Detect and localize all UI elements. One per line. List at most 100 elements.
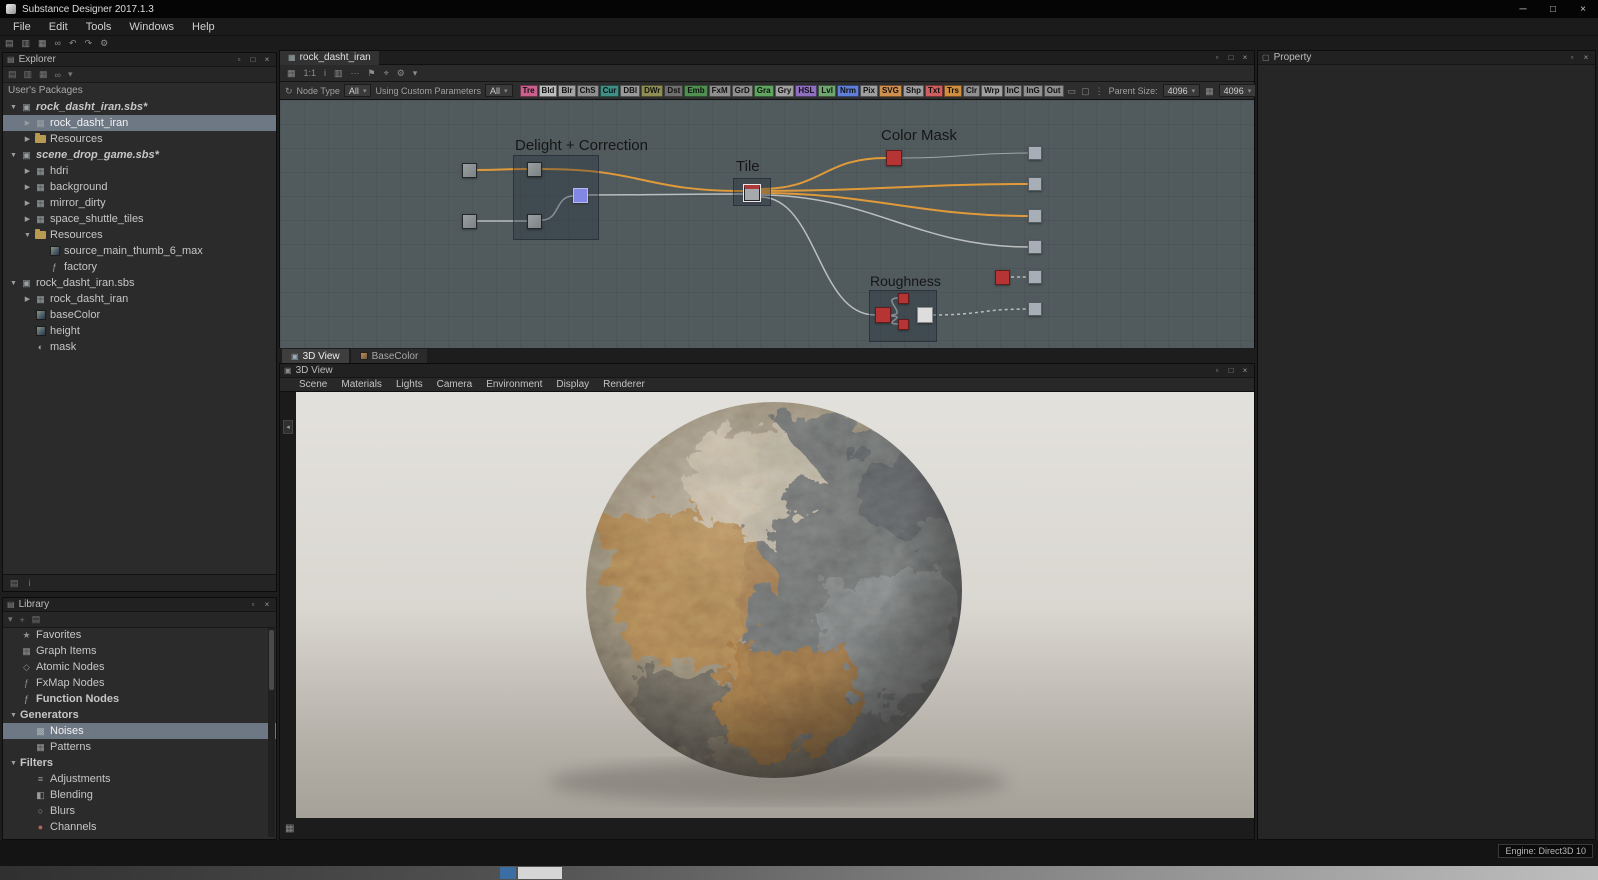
dock-icon[interactable]: □ [1226, 53, 1236, 62]
close-icon[interactable]: × [262, 600, 272, 609]
close-button[interactable]: × [1568, 0, 1598, 18]
output-node[interactable] [1028, 302, 1042, 316]
color-mask-node[interactable] [886, 150, 902, 166]
comment-icon[interactable]: ▭ [1068, 84, 1077, 98]
save-icon[interactable]: ▥ [24, 69, 33, 80]
dots-icon[interactable]: ··· [351, 66, 360, 80]
tag-nrm[interactable]: Nrm [837, 85, 859, 97]
scrollbar-thumb[interactable] [269, 630, 274, 690]
view-menu-scene[interactable]: Scene [292, 379, 334, 390]
library-item-fxmap-nodes[interactable]: ƒFxMap Nodes [3, 675, 276, 691]
menu-help[interactable]: Help [183, 21, 224, 33]
gear-icon[interactable]: ⚙ [397, 66, 405, 80]
view-menu-display[interactable]: Display [549, 379, 596, 390]
close-icon[interactable]: × [262, 55, 272, 64]
tag-cur[interactable]: Cur [600, 85, 620, 97]
tag-gry[interactable]: Gry [775, 85, 795, 97]
layout-grid-icon[interactable]: ▦ [285, 823, 294, 834]
float-icon[interactable]: ▫ [1212, 366, 1222, 375]
library-item-blurs[interactable]: ○Blurs [3, 803, 276, 819]
tag-tre[interactable]: Tre [520, 85, 538, 97]
graph-tab[interactable]: ▦ rock_dasht_iran [280, 51, 379, 65]
tag-blr[interactable]: Blr [558, 85, 575, 97]
tree-item-source-main-thumb-6-max[interactable]: source_main_thumb_6_max [3, 243, 276, 259]
tag-lvl[interactable]: Lvl [818, 85, 836, 97]
tag-gra[interactable]: Gra [754, 85, 774, 97]
tag-clr[interactable]: Clr [963, 85, 980, 97]
tree-item-rock-dasht-iran-sbs[interactable]: ▼▣rock_dasht_iran.sbs [3, 275, 276, 291]
chevron-down-icon[interactable]: ▼ [7, 280, 20, 287]
tab-basecolor[interactable]: BaseColor [351, 349, 428, 363]
tag-dbl[interactable]: DBl [620, 85, 640, 97]
tree-item-space-shuttle-tiles[interactable]: ▶▦space_shuttle_tiles [3, 211, 276, 227]
roughness-sub-node[interactable] [898, 293, 909, 304]
tree-item-rock-dasht-iran[interactable]: ▶▦rock_dasht_iran [3, 115, 276, 131]
settings-icon[interactable]: ⚙ [100, 36, 108, 50]
view-mode-icon[interactable]: ▤ [32, 614, 41, 625]
tag-dwr[interactable]: DWr [641, 85, 663, 97]
graph-canvas[interactable]: Delight + CorrectionTileColor MaskRoughn… [280, 100, 1254, 349]
minimize-button[interactable]: ─ [1508, 0, 1538, 18]
taskbar-app-icon[interactable] [500, 867, 516, 879]
output-node[interactable] [1028, 177, 1042, 191]
menu-file[interactable]: File [4, 21, 40, 33]
tag-inc[interactable]: InC [1004, 85, 1023, 97]
link-icon[interactable]: ∞ [55, 70, 61, 80]
tag-emb[interactable]: Emb [684, 85, 707, 97]
library-item-function-nodes[interactable]: ƒFunction Nodes [3, 691, 276, 707]
float-icon[interactable]: ▫ [1212, 53, 1222, 62]
tag-trs[interactable]: Trs [944, 85, 962, 97]
view-menu-materials[interactable]: Materials [334, 379, 389, 390]
roughness-sub-node[interactable] [898, 319, 909, 330]
grid-view-icon[interactable]: ▤ [10, 578, 19, 589]
tag-hsl[interactable]: HSL [795, 85, 817, 97]
close-icon[interactable]: × [1581, 53, 1591, 62]
dock-icon[interactable]: □ [1226, 366, 1236, 375]
menu-tools[interactable]: Tools [77, 21, 121, 33]
output-node[interactable] [1028, 240, 1042, 254]
tree-item-resources[interactable]: ▼Resources [3, 227, 276, 243]
refresh-icon[interactable]: ↻ [285, 84, 293, 98]
tree-item-hdri[interactable]: ▶▦hdri [3, 163, 276, 179]
library-item-blending[interactable]: ◧Blending [3, 787, 276, 803]
grid-icon[interactable]: ▥ [334, 66, 343, 80]
link-icon[interactable]: ∞ [55, 36, 61, 50]
tag-svg[interactable]: SVG [879, 85, 902, 97]
library-item-atomic-nodes[interactable]: ◇Atomic Nodes [3, 659, 276, 675]
node-type-select[interactable]: All ▾ [344, 84, 372, 97]
tag-chs[interactable]: ChS [577, 85, 599, 97]
library-item-adjustments[interactable]: ≡Adjustments [3, 771, 276, 787]
filter-icon[interactable]: ▾ [8, 614, 13, 625]
save-icon[interactable]: ▦ [38, 36, 47, 50]
taskbar-app-segment[interactable] [518, 867, 562, 879]
new-package-icon[interactable]: ▤ [8, 69, 17, 80]
correction-node[interactable] [527, 214, 542, 229]
chevron-right-icon[interactable]: ▶ [21, 119, 34, 127]
save-all-icon[interactable]: ▦ [39, 69, 48, 80]
uniform-color-node[interactable] [995, 270, 1010, 285]
chevron-right-icon[interactable]: ▶ [21, 167, 34, 175]
info-icon[interactable]: i [324, 66, 326, 80]
tag-grd[interactable]: GrD [732, 85, 753, 97]
delight-node[interactable] [527, 162, 542, 177]
open-icon[interactable]: ▥ [22, 36, 31, 50]
float-icon[interactable]: ▫ [234, 55, 244, 64]
add-icon[interactable]: + [20, 615, 25, 625]
float-icon[interactable]: ▫ [1567, 53, 1577, 62]
tile-node[interactable] [744, 185, 760, 201]
chevron-right-icon[interactable]: ▶ [21, 135, 34, 143]
chevron-down-icon[interactable]: ▼ [7, 760, 20, 767]
viewport-3d[interactable] [296, 392, 1254, 820]
size-select[interactable]: 4096 ▾ [1219, 84, 1257, 97]
output-node[interactable] [1028, 270, 1042, 284]
tag-shp[interactable]: Shp [903, 85, 924, 97]
tree-item-rock-dasht-iran-sbs[interactable]: ▼▣rock_dasht_iran.sbs* [3, 99, 276, 115]
display-options-icon[interactable]: ▢ [1081, 84, 1090, 98]
chevron-right-icon[interactable]: ▶ [21, 295, 34, 303]
chevron-right-icon[interactable]: ▶ [21, 215, 34, 223]
chevron-down-icon[interactable]: ▼ [7, 104, 20, 111]
tag-fxm[interactable]: FxM [709, 85, 731, 97]
tag-wrp[interactable]: Wrp [981, 85, 1002, 97]
tree-item-mirror-dirty[interactable]: ▶▦mirror_dirty [3, 195, 276, 211]
roughness-blend-node[interactable] [917, 307, 933, 323]
